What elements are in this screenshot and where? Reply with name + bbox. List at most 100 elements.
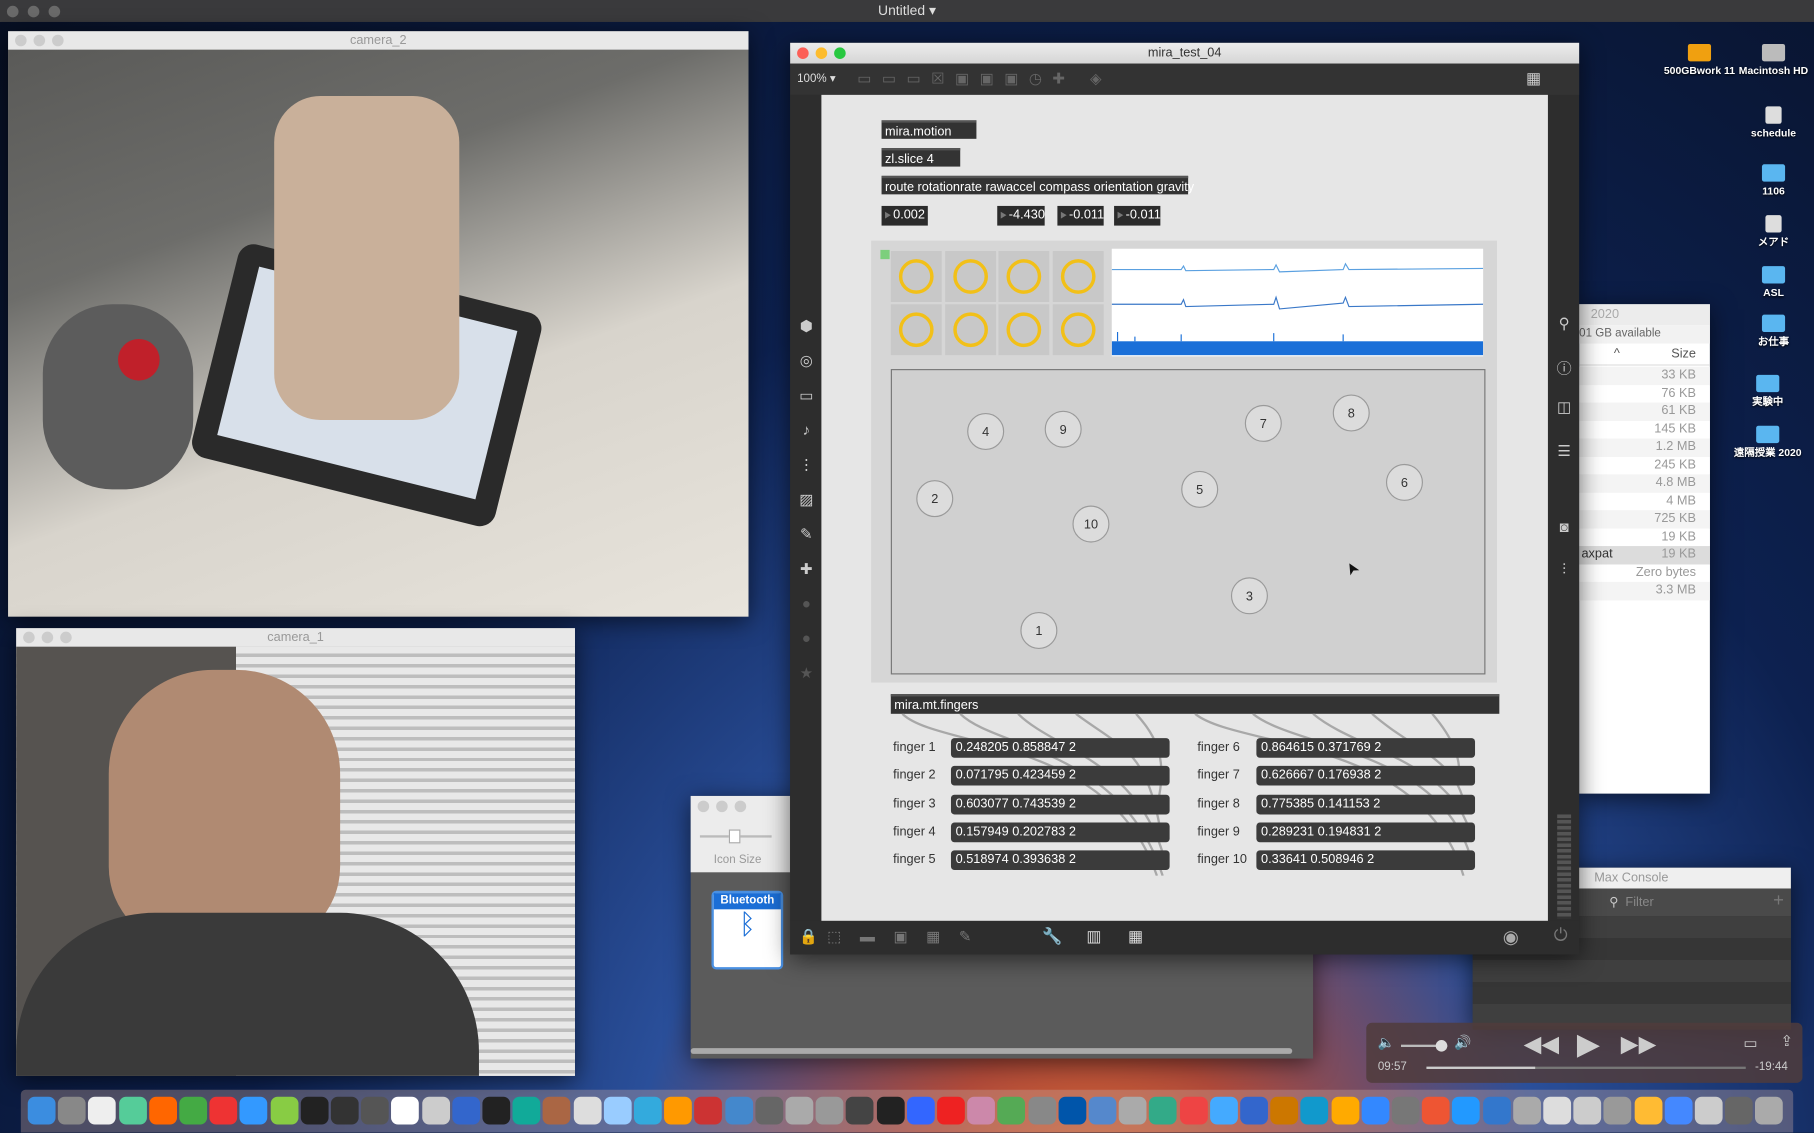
- dock-app-icon[interactable]: [1088, 1096, 1117, 1125]
- dock-app-icon[interactable]: [452, 1096, 480, 1125]
- desktop-icon[interactable]: schedule: [1733, 106, 1814, 140]
- dock-app-icon[interactable]: [1543, 1096, 1572, 1125]
- finder-row[interactable]: axpat 19 KB: [1579, 546, 1710, 564]
- finger-message-box[interactable]: 0.157949 0.202783 2: [950, 822, 1170, 843]
- touch-point[interactable]: 1: [1020, 611, 1058, 650]
- dock-app-icon[interactable]: [1028, 1096, 1056, 1125]
- piano-icon[interactable]: ▥: [1086, 927, 1101, 947]
- dock-app-icon[interactable]: [1725, 1096, 1753, 1125]
- dock-app-icon[interactable]: [967, 1096, 996, 1125]
- dock-app-icon[interactable]: [27, 1096, 56, 1125]
- dock-app-icon[interactable]: [149, 1096, 177, 1125]
- columns-icon[interactable]: ◫: [1556, 398, 1572, 417]
- dock-app-icon[interactable]: [270, 1096, 299, 1125]
- mira-toggle-cell[interactable]: [890, 251, 942, 302]
- dock-app-icon[interactable]: [1118, 1096, 1147, 1125]
- finder-row[interactable]: 145 KB: [1579, 420, 1710, 439]
- airplay-icon[interactable]: ▭: [1743, 1034, 1757, 1053]
- dock-app-icon[interactable]: [118, 1096, 147, 1125]
- dock-app-icon[interactable]: [58, 1096, 86, 1125]
- desktop-icon[interactable]: メアド: [1733, 215, 1814, 249]
- finder-row[interactable]: 3.3 MB: [1579, 581, 1710, 600]
- dock-app-icon[interactable]: [1300, 1096, 1329, 1125]
- b-icon[interactable]: ●: [798, 629, 814, 646]
- size-column-header[interactable]: ^ Size: [1579, 345, 1710, 366]
- cube-icon[interactable]: ⬢: [798, 317, 814, 336]
- dock-app-icon[interactable]: [391, 1096, 420, 1125]
- dock-app-icon[interactable]: [1634, 1096, 1662, 1125]
- dock-app-icon[interactable]: [1331, 1096, 1359, 1125]
- number-box[interactable]: -0.011: [1114, 205, 1161, 226]
- dock-app-icon[interactable]: [1755, 1096, 1784, 1125]
- mira-toggle-cell[interactable]: [1052, 251, 1104, 302]
- dock-app-icon[interactable]: [1603, 1096, 1632, 1125]
- touch-point[interactable]: 8: [1332, 394, 1370, 432]
- dock-app-icon[interactable]: [300, 1096, 329, 1125]
- route-object[interactable]: route rotationrate rawaccel compass orie…: [881, 175, 1194, 195]
- fast-forward-icon[interactable]: ▶▶: [1621, 1030, 1657, 1059]
- dock-app-icon[interactable]: [876, 1096, 905, 1125]
- number-box[interactable]: -4.430: [997, 205, 1045, 226]
- desktop-icon[interactable]: Macintosh HD: [1733, 43, 1814, 78]
- dock-app-icon[interactable]: [88, 1096, 117, 1125]
- dock-app-icon[interactable]: [1573, 1096, 1602, 1125]
- finger-message-box[interactable]: 0.775385 0.141153 2: [1256, 794, 1476, 814]
- grid-icon[interactable]: ▦: [1526, 68, 1541, 88]
- dock-app-icon[interactable]: [1361, 1096, 1390, 1125]
- finder-row[interactable]: 4 MB: [1579, 492, 1710, 511]
- desktop-icon[interactable]: 実験中: [1727, 374, 1808, 409]
- touch-point[interactable]: 4: [967, 413, 1005, 451]
- list-icon[interactable]: ☰: [1556, 442, 1572, 461]
- dock-app-icon[interactable]: [603, 1096, 632, 1125]
- touch-point[interactable]: 10: [1072, 505, 1110, 543]
- rewind-icon[interactable]: ◀◀: [1524, 1030, 1560, 1059]
- finger-message-box[interactable]: 0.864615 0.371769 2: [1256, 738, 1476, 758]
- info-icon[interactable]: ⓘ: [1556, 356, 1572, 378]
- dock-app-icon[interactable]: [1422, 1096, 1450, 1125]
- desktop-icon[interactable]: 1106: [1733, 164, 1814, 198]
- dock-app-icon[interactable]: [1482, 1096, 1511, 1125]
- finder-row[interactable]: 19 KB: [1579, 528, 1710, 547]
- touch-point[interactable]: 7: [1244, 404, 1282, 442]
- play-audio-icon[interactable]: ◉: [1503, 926, 1519, 949]
- add-icon[interactable]: +: [1773, 891, 1784, 912]
- power-icon[interactable]: ⏻: [1554, 926, 1568, 946]
- dock-app-icon[interactable]: [1664, 1096, 1693, 1125]
- image-icon[interactable]: ▨: [798, 491, 814, 510]
- minimize-button[interactable]: [27, 5, 40, 18]
- dock-app-icon[interactable]: [937, 1096, 965, 1125]
- sequence-icon[interactable]: ⋮: [798, 456, 814, 475]
- touch-point[interactable]: 3: [1230, 577, 1268, 615]
- finger-message-box[interactable]: 0.518974 0.393638 2: [950, 850, 1170, 871]
- bluetooth-item[interactable]: Bluetooth ᛒ: [711, 890, 784, 970]
- finder-row[interactable]: 33 KB: [1579, 366, 1710, 385]
- play-icon[interactable]: ▶: [1577, 1026, 1600, 1062]
- finder-row[interactable]: 4.8 MB: [1579, 474, 1710, 493]
- zl-slice-object[interactable]: zl.slice 4: [881, 148, 961, 167]
- close-button[interactable]: [797, 47, 809, 60]
- dock-app-icon[interactable]: [1694, 1096, 1723, 1125]
- touch-point[interactable]: 2: [916, 480, 954, 518]
- finder-row[interactable]: 725 KB: [1579, 510, 1710, 529]
- finger-message-box[interactable]: 0.289231 0.194831 2: [1256, 822, 1476, 843]
- share-icon[interactable]: ⇪: [1780, 1032, 1793, 1051]
- desktop-icon[interactable]: 500GBwork 11: [1659, 43, 1740, 78]
- dock-app-icon[interactable]: [1391, 1096, 1420, 1125]
- dock-app-icon[interactable]: [724, 1096, 753, 1125]
- dock-app-icon[interactable]: [482, 1096, 511, 1125]
- touch-point[interactable]: 6: [1385, 463, 1423, 501]
- dock-app-icon[interactable]: [239, 1096, 268, 1125]
- finger-message-box[interactable]: 0.248205 0.858847 2: [950, 738, 1170, 758]
- multitouch-area[interactable]: 1 2 3 4 5 6 7 8 9 10 ➤: [890, 369, 1486, 675]
- dock-app-icon[interactable]: [633, 1096, 662, 1125]
- zoom-button[interactable]: [48, 5, 61, 18]
- plug-icon[interactable]: ✚: [798, 560, 814, 579]
- target-icon[interactable]: ◎: [798, 352, 814, 371]
- paperclip-icon[interactable]: ✎: [798, 525, 814, 544]
- dock-app-icon[interactable]: [421, 1096, 450, 1125]
- finger-message-box[interactable]: 0.626667 0.176938 2: [1256, 766, 1476, 786]
- dock-app-icon[interactable]: [1452, 1096, 1481, 1125]
- music-note-icon[interactable]: ♪: [798, 421, 814, 438]
- dock-app-icon[interactable]: [694, 1096, 723, 1125]
- dock-app-icon[interactable]: [664, 1096, 693, 1125]
